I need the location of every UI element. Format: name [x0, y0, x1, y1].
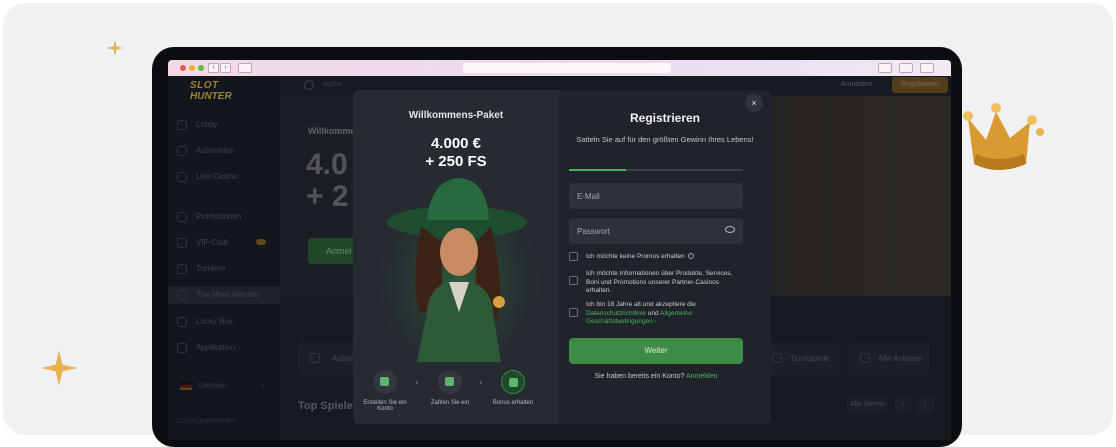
email-field[interactable]: E-Mail	[569, 183, 743, 209]
registration-modal: Willkommens-Paket 4.000 € + 250 FS Erste…	[353, 90, 771, 424]
laptop-frame: ‹ › Willkommens 4.0 + 2 Anmel Suche Anme…	[152, 47, 962, 447]
forward-button[interactable]: ›	[220, 63, 231, 73]
info-icon[interactable]: i	[687, 253, 694, 260]
password-field[interactable]: Passwort	[569, 218, 743, 244]
downloads-button[interactable]	[920, 63, 934, 73]
close-button[interactable]: ×	[745, 94, 763, 112]
partner-info-label: Ich möchte Informationen über Produkte, …	[586, 270, 733, 294]
no-promos-checkbox[interactable]	[569, 252, 578, 261]
bonus-amount: 4.000 €	[430, 135, 482, 152]
sparkle-icon	[41, 350, 77, 386]
close-window-dot[interactable]	[180, 65, 186, 71]
account-icon	[373, 370, 397, 394]
continue-button[interactable]: Weiter	[569, 338, 743, 364]
crown-icon	[963, 103, 1044, 170]
share-button[interactable]	[878, 63, 892, 73]
login-link[interactable]: Anmelden	[686, 373, 718, 380]
registration-form: × Registrieren Satteln Sie auf für den g…	[559, 90, 771, 424]
welcome-package-title: Willkommens-Paket	[408, 110, 504, 121]
welcome-panel: Willkommens-Paket 4.000 € + 250 FS Erste…	[353, 90, 559, 424]
privacy-policy-link[interactable]: Datenschutzrichtlinie	[586, 310, 646, 317]
sparkle-icon	[107, 40, 123, 56]
no-promos-label: Ich möchte keine Promos erhalten i	[586, 253, 746, 262]
address-bar[interactable]	[463, 63, 671, 73]
sidebar-toggle-button[interactable]	[238, 63, 252, 73]
gift-icon	[501, 370, 525, 394]
minimize-window-dot[interactable]	[189, 65, 195, 71]
tabs-button[interactable]	[899, 63, 913, 73]
age-terms-label: Ich bin 18 Jahre alt und akzeptiere die …	[586, 301, 696, 325]
form-subtitle: Satteln Sie auf für den größten Gewinn I…	[576, 135, 754, 144]
browser-window: ‹ › Willkommens 4.0 + 2 Anmel Suche Anme…	[168, 60, 951, 440]
maximize-window-dot[interactable]	[198, 65, 204, 71]
partner-info-checkbox[interactable]	[569, 276, 578, 285]
cowgirl-illustration	[371, 162, 546, 362]
bonus-free-spins: + 250 FS	[425, 153, 487, 170]
browser-toolbar: ‹ ›	[168, 60, 951, 76]
registration-progress	[569, 169, 743, 171]
step-arrow: ›	[479, 377, 482, 387]
wallet-icon	[438, 370, 462, 394]
step-arrow: ›	[415, 377, 418, 387]
have-account-text: Sie haben bereits ein Konto? Anmelden	[594, 373, 718, 380]
eye-icon[interactable]	[725, 226, 735, 233]
form-title: Registrieren	[629, 111, 701, 125]
progress-fill	[569, 169, 627, 171]
back-button[interactable]: ‹	[208, 63, 219, 73]
age-terms-checkbox[interactable]	[569, 308, 578, 317]
